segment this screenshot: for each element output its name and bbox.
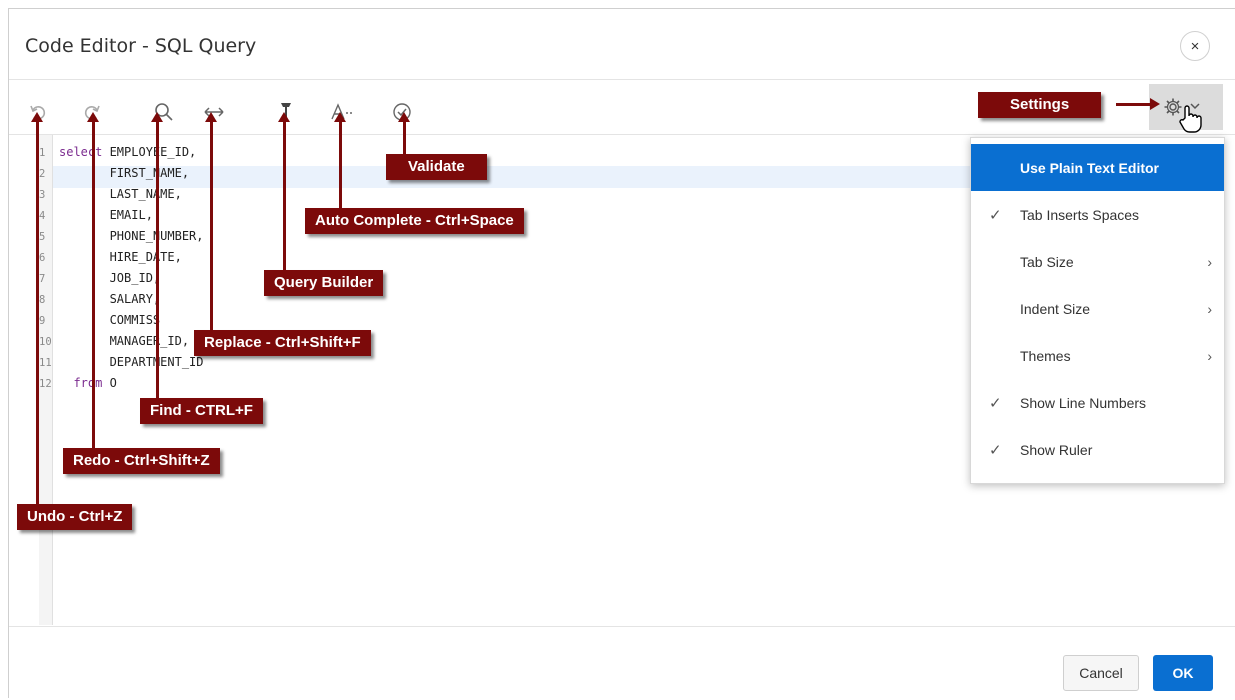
- redo-arrow-head: [87, 112, 99, 122]
- code-line[interactable]: COMMISS: [59, 313, 161, 327]
- menu-item-use-plain-text-editor[interactable]: Use Plain Text Editor: [971, 144, 1224, 191]
- code-line[interactable]: SALARY,: [59, 292, 161, 306]
- callout-replace: Replace - Ctrl+Shift+F: [194, 330, 371, 356]
- query-builder-arrow: [283, 120, 286, 272]
- dialog-title: Code Editor - SQL Query: [25, 35, 257, 57]
- current-line-highlight: [53, 166, 979, 188]
- settings-menu: Use Plain Text Editor ✓ Tab Inserts Spac…: [970, 137, 1225, 484]
- line-number: 3: [39, 189, 46, 201]
- code-line[interactable]: HIRE_DATE,: [59, 250, 182, 264]
- menu-item-themes[interactable]: Themes ›: [971, 332, 1224, 379]
- menu-item-tab-inserts-spaces[interactable]: ✓ Tab Inserts Spaces: [971, 191, 1224, 238]
- ok-button[interactable]: OK: [1153, 655, 1213, 691]
- line-number: 9: [39, 315, 46, 327]
- autocomplete-arrow: [339, 120, 342, 210]
- menu-item-label: Show Ruler: [1020, 441, 1093, 458]
- settings-arrow: [1116, 103, 1152, 106]
- line-number-gutter: 1 2 3 4 5 6 7 8 9 10 11 12: [39, 135, 53, 625]
- code-line[interactable]: select EMPLOYEE_ID,: [59, 145, 196, 159]
- chevron-right-icon: ›: [1207, 347, 1212, 364]
- chevron-right-icon: ›: [1207, 253, 1212, 270]
- line-number: 2: [39, 168, 46, 180]
- code-text: SALARY,: [59, 292, 161, 306]
- code-line[interactable]: PHONE_NUMBER,: [59, 229, 204, 243]
- hand-cursor-icon: [1177, 104, 1203, 139]
- code-text: MANAGER_ID,: [59, 334, 190, 348]
- menu-item-indent-size[interactable]: Indent Size ›: [971, 285, 1224, 332]
- code-line[interactable]: from O: [59, 376, 117, 390]
- line-number: 1: [39, 147, 46, 159]
- replace-arrow: [210, 120, 213, 332]
- callout-validate: Validate: [386, 154, 487, 180]
- dialog-titlebar: Code Editor - SQL Query ×: [9, 9, 1235, 80]
- code-text: JOB_ID,: [59, 271, 161, 285]
- cancel-button[interactable]: Cancel: [1063, 655, 1139, 691]
- line-number: 7: [39, 273, 46, 285]
- redo-arrow: [92, 120, 95, 452]
- code-line[interactable]: FIRST_NAME,: [59, 166, 189, 180]
- close-button[interactable]: ×: [1180, 31, 1210, 61]
- code-text: COMMISS: [59, 313, 161, 327]
- menu-item-tab-size[interactable]: Tab Size ›: [971, 238, 1224, 285]
- callout-undo: Undo - Ctrl+Z: [17, 504, 133, 530]
- replace-arrow-head: [205, 112, 217, 122]
- undo-arrow-head: [31, 112, 43, 122]
- menu-item-label: Themes: [1020, 347, 1071, 364]
- code-line[interactable]: MANAGER_ID,: [59, 334, 189, 348]
- undo-arrow: [36, 120, 39, 508]
- menu-item-label: Tab Size: [1020, 253, 1074, 270]
- callout-query-builder: Query Builder: [264, 270, 384, 296]
- check-icon: ✓: [989, 441, 1002, 459]
- code-text: EMPLOYEE_ID,: [102, 145, 197, 159]
- line-number: 5: [39, 231, 46, 243]
- code-line[interactable]: LAST_NAME,: [59, 187, 182, 201]
- close-icon: ×: [1190, 37, 1200, 55]
- callout-settings: Settings: [978, 92, 1102, 118]
- callout-auto-complete: Auto Complete - Ctrl+Space: [305, 208, 524, 234]
- code-line[interactable]: EMAIL,: [59, 208, 153, 222]
- autocomplete-arrow-head: [334, 112, 346, 122]
- menu-item-label: Indent Size: [1020, 300, 1091, 317]
- line-number: 4: [39, 210, 46, 222]
- line-number: 12: [39, 378, 52, 390]
- query-builder-arrow-head: [278, 112, 290, 122]
- menu-item-label: Tab Inserts Spaces: [1020, 206, 1140, 223]
- line-number: 11: [39, 357, 52, 369]
- code-text: EMAIL,: [59, 208, 153, 222]
- line-number: 8: [39, 294, 46, 306]
- menu-item-show-line-numbers[interactable]: ✓ Show Line Numbers: [971, 379, 1224, 426]
- code-line[interactable]: JOB_ID,: [59, 271, 161, 285]
- code-text: DEPARTMENT_ID: [59, 355, 204, 369]
- code-text: FIRST_NAME,: [59, 166, 190, 180]
- settings-button[interactable]: [1149, 84, 1223, 133]
- chevron-right-icon: ›: [1207, 300, 1212, 317]
- validate-arrow-head: [398, 112, 410, 122]
- find-arrow-head: [151, 112, 163, 122]
- validate-arrow: [403, 120, 406, 156]
- line-number: 6: [39, 252, 46, 264]
- menu-item-label: Use Plain Text Editor: [1020, 159, 1159, 176]
- find-arrow: [156, 120, 159, 402]
- code-line[interactable]: DEPARTMENT_ID: [59, 355, 204, 369]
- dialog-footer: Cancel OK: [9, 626, 1235, 700]
- check-icon: ✓: [989, 394, 1002, 412]
- code-text: O: [102, 376, 117, 390]
- menu-item-label: Show Line Numbers: [1020, 394, 1147, 411]
- sql-keyword: select: [59, 145, 103, 159]
- line-number: 10: [39, 336, 52, 348]
- sql-keyword: from: [59, 376, 103, 390]
- settings-arrow-head: [1150, 98, 1160, 110]
- code-text: LAST_NAME,: [59, 187, 182, 201]
- code-text: HIRE_DATE,: [59, 250, 182, 264]
- callout-redo: Redo - Ctrl+Shift+Z: [63, 448, 220, 474]
- code-text: PHONE_NUMBER,: [59, 229, 204, 243]
- menu-item-show-ruler[interactable]: ✓ Show Ruler: [971, 426, 1224, 473]
- callout-find: Find - CTRL+F: [140, 398, 263, 424]
- check-icon: ✓: [989, 206, 1002, 224]
